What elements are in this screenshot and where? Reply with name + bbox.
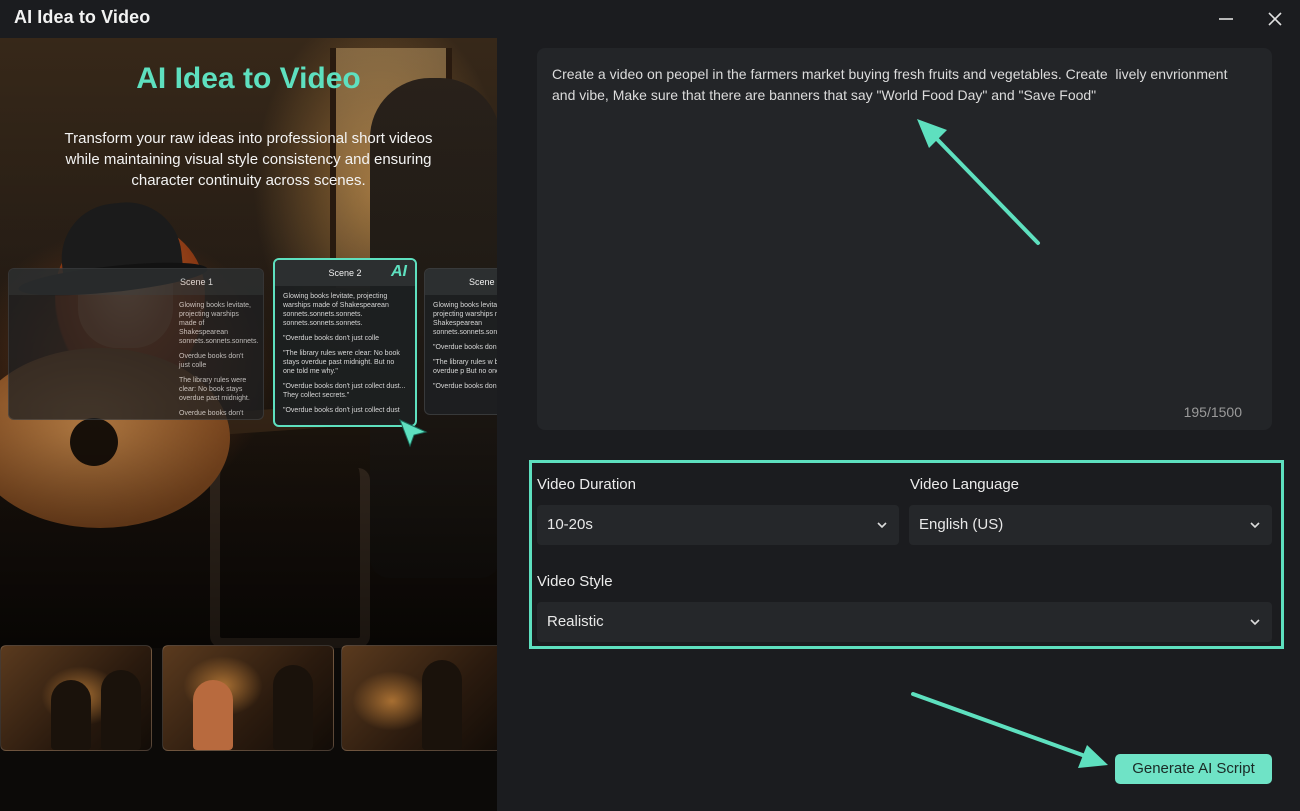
scene-card-1: Scene 1 Glowing books levitate, projecti…: [8, 268, 264, 420]
video-duration-value: 10-20s: [547, 516, 593, 533]
video-style-select[interactable]: Realistic: [537, 602, 1272, 642]
scene-card-line: Glowing books levitate, projecting warsh…: [433, 302, 497, 336]
scene-card-line: Glowing books levitate, projecting warsh…: [283, 293, 389, 327]
ai-badge: AI: [391, 263, 407, 280]
chevron-down-icon: [1250, 619, 1260, 626]
minimize-icon[interactable]: [1213, 6, 1239, 32]
video-style-label: Video Style: [537, 573, 613, 590]
title-bar: AI Idea to Video: [0, 0, 1300, 38]
chevron-down-icon: [1250, 522, 1260, 529]
prompt-textarea[interactable]: Create a video on peopel in the farmers …: [537, 48, 1272, 430]
scene-card-2: Scene 2 AI Glowing books levitate, proje…: [273, 258, 417, 427]
hero-subtitle: Transform your raw ideas into profession…: [64, 130, 433, 189]
prompt-text[interactable]: Create a video on peopel in the farmers …: [552, 64, 1252, 106]
scene-card-line: Overdue books don't just collect dust: [179, 410, 244, 417]
scene-card-line: "Overdue books don't just colle: [283, 335, 380, 342]
scene-card-line: "The library rules w book stays overdue …: [433, 359, 497, 375]
thumbnail-1[interactable]: [0, 645, 152, 751]
preview-thumbnails: [0, 645, 497, 751]
scene-card-line: "Overdue books don't just collect dust: [283, 407, 400, 414]
window-title: AI Idea to Video: [14, 7, 151, 27]
scene-card-title: Scene: [425, 269, 497, 295]
chevron-down-icon: [877, 522, 887, 529]
character-count: 195/1500: [1183, 404, 1242, 420]
cursor-pointer-icon: [396, 416, 430, 450]
scene-card-line: "Overdue books don't: [433, 383, 497, 390]
hero-panel: AI Idea to Video Transform your raw idea…: [0, 38, 497, 811]
scene-card-line: The library rules were clear: No book st…: [179, 377, 250, 402]
video-language-value: English (US): [919, 516, 1004, 533]
generate-ai-script-button[interactable]: Generate AI Script: [1115, 754, 1272, 784]
annotation-arrow-generate: [911, 692, 1108, 768]
scene-card-line: Overdue books don't just colle: [179, 353, 244, 369]
thumbnail-2[interactable]: [162, 645, 334, 751]
video-style-value: Realistic: [547, 613, 604, 630]
scene-card-title: Scene 1: [9, 269, 263, 295]
thumbnail-3[interactable]: [341, 645, 497, 751]
video-duration-select[interactable]: 10-20s: [537, 505, 899, 545]
close-icon[interactable]: [1262, 6, 1288, 32]
video-language-select[interactable]: English (US): [909, 505, 1272, 545]
scene-card-line: "Overdue books don't just collect dust..…: [283, 383, 406, 399]
scene-card-line: "Overdue books don't: [433, 344, 497, 351]
scene-card-line: "The library rules were clear: No book s…: [283, 350, 400, 375]
video-duration-label: Video Duration: [537, 476, 636, 493]
scene-card-line: Glowing books levitate, projecting warsh…: [179, 302, 259, 345]
scene-card-3: Scene Glowing books levitate, projecting…: [424, 268, 497, 415]
video-language-label: Video Language: [910, 476, 1019, 493]
hero-title: AI Idea to Video: [136, 62, 361, 95]
